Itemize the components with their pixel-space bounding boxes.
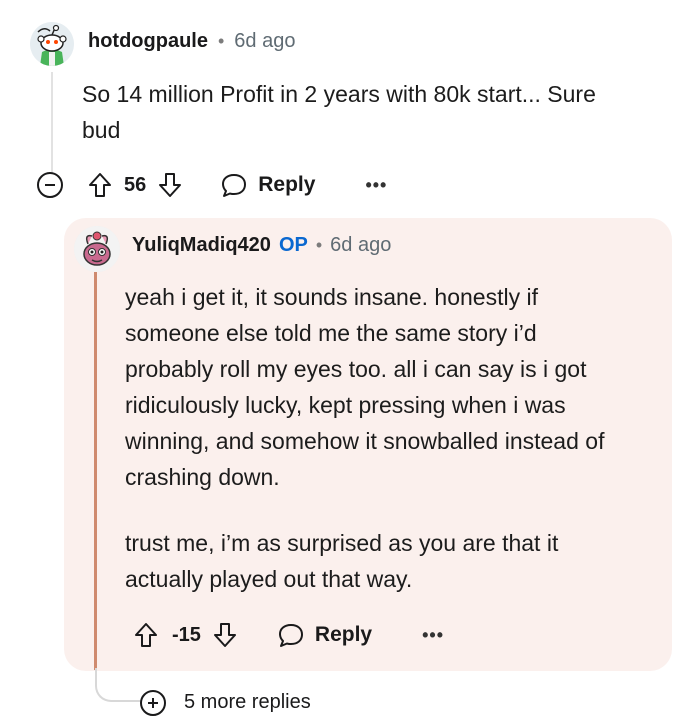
reply-action-row: -15 Reply •••	[134, 620, 444, 650]
downvote-icon[interactable]	[213, 622, 237, 648]
reply-score: -15	[172, 623, 201, 646]
reply-body: yeah i get it, it sounds insane. honestl…	[125, 279, 670, 597]
reply-button[interactable]: Reply	[220, 172, 315, 198]
op-badge: OP	[278, 234, 308, 256]
reply-user-avatar[interactable]	[74, 226, 120, 272]
reddit-snoo-avatar-icon	[30, 22, 74, 66]
user-avatar[interactable]	[30, 22, 74, 66]
reply-body-line: someone else told me the same story i’d	[125, 320, 537, 346]
speech-bubble-icon	[222, 174, 247, 197]
reply-timestamp[interactable]: 6d ago	[330, 234, 391, 257]
comment-action-row: 56 Reply •••	[88, 170, 387, 200]
more-replies-connector	[95, 668, 140, 702]
upvote-icon[interactable]	[134, 622, 158, 648]
reply-body-line: actually played out that way.	[125, 566, 413, 592]
comment-body-line: So 14 million Profit in 2 years with 80k…	[82, 81, 596, 107]
reply-button[interactable]: Reply	[277, 622, 372, 648]
comment-username[interactable]: hotdogpaule	[88, 30, 208, 53]
reply-thread-line[interactable]	[94, 272, 97, 670]
reply-body-line: crashing down.	[125, 464, 280, 490]
meta-separator: •	[217, 31, 225, 51]
upvote-icon[interactable]	[88, 172, 112, 198]
reply-body-line: yeah i get it, it sounds insane. honestl…	[125, 284, 538, 310]
comment-header: hotdogpaule • 6d ago	[88, 30, 295, 53]
pink-creature-avatar-icon	[74, 226, 120, 272]
reply-body-line: ridiculously lucky, kept pressing when i…	[125, 392, 566, 418]
expand-replies-icon[interactable]	[140, 690, 166, 716]
speech-bubble-icon	[278, 624, 303, 647]
reply-username[interactable]: YuliqMadiq420	[132, 234, 271, 257]
reply-button-label: Reply	[258, 173, 316, 196]
meta-separator: •	[315, 235, 323, 255]
comment-body-line: bud	[82, 117, 121, 143]
reply-header: YuliqMadiq420 OP • 6d ago	[132, 234, 391, 257]
collapse-thread-button[interactable]	[37, 172, 63, 198]
comment-score: 56	[124, 173, 147, 196]
more-options-icon[interactable]: •••	[422, 625, 444, 646]
more-replies-link[interactable]: 5 more replies	[184, 691, 311, 714]
reply-body-line: probably roll my eyes too. all i can say…	[125, 356, 587, 382]
reply-body-line: winning, and somehow it snowballed inste…	[125, 428, 605, 454]
comment-timestamp[interactable]: 6d ago	[234, 30, 295, 53]
thread-line[interactable]	[51, 72, 53, 172]
more-options-icon[interactable]: •••	[365, 175, 387, 196]
reply-button-label: Reply	[314, 623, 373, 646]
downvote-icon[interactable]	[158, 172, 182, 198]
reply-body-line: trust me, i’m as surprised as you are th…	[125, 530, 559, 556]
comment-body: So 14 million Profit in 2 years with 80k…	[82, 76, 682, 148]
